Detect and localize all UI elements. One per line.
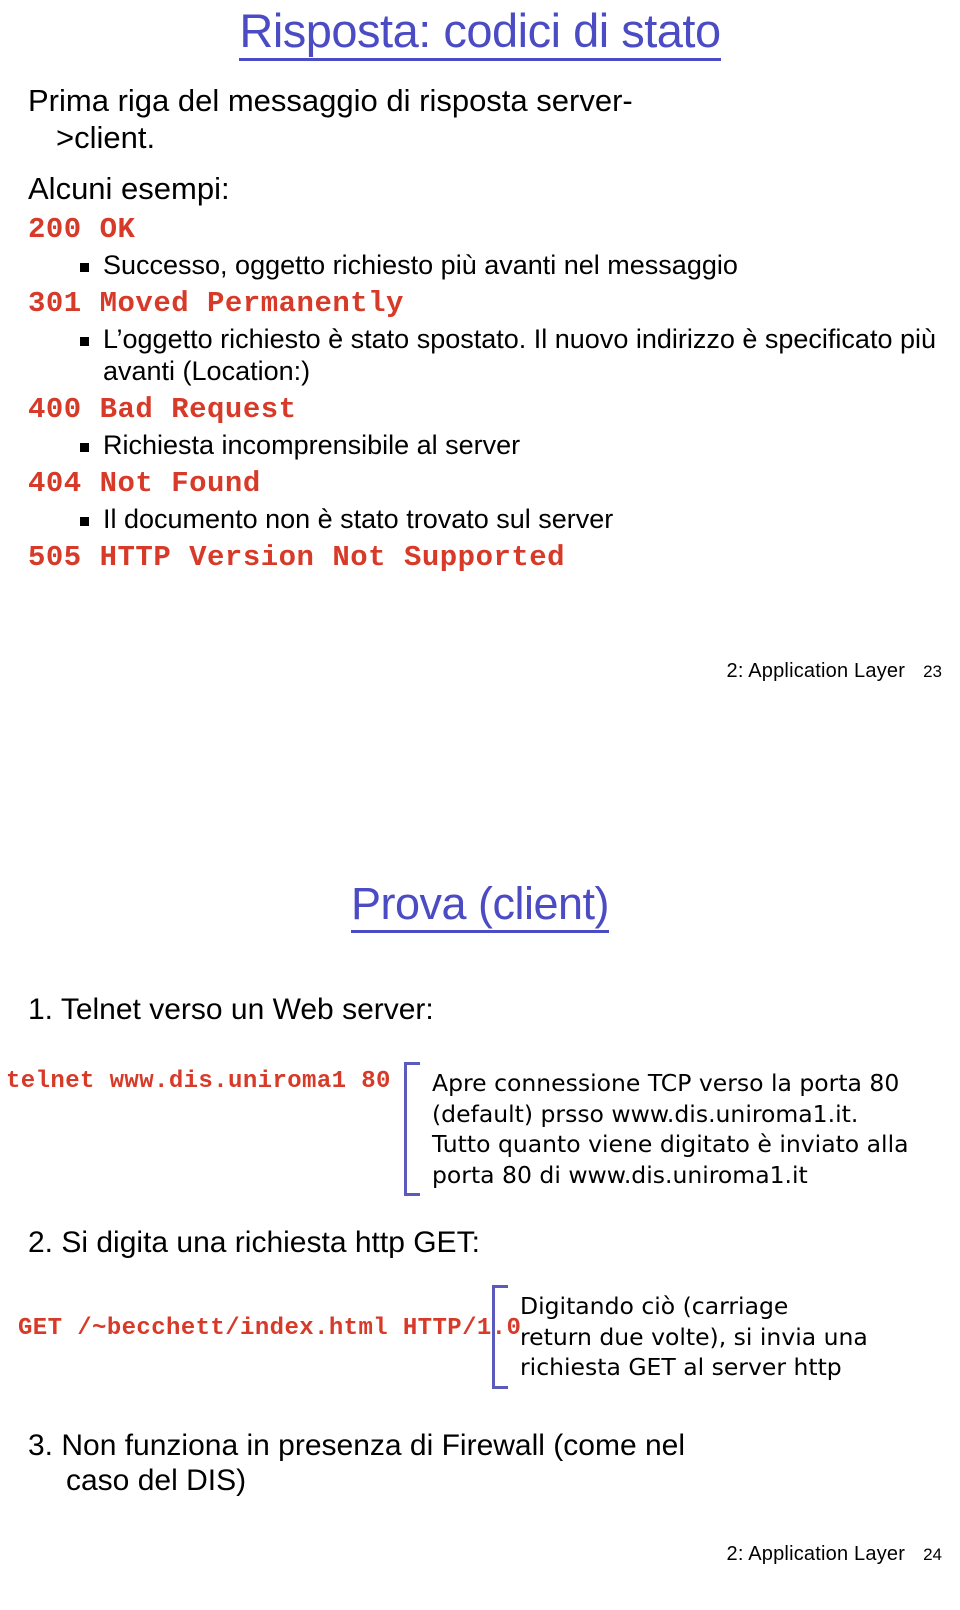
left-bracket-icon — [492, 1285, 508, 1389]
callout-line: richiesta GET al server http — [520, 1353, 842, 1382]
step-2-get-request: 2. Si digita una richiesta http GET: — [28, 1226, 480, 1259]
lead-line-1: Prima riga del messaggio di risposta ser… — [28, 83, 633, 119]
status-code-description-text: Successo, oggetto richiesto più avanti n… — [103, 250, 738, 281]
status-code-list: 200 OK Successo, oggetto richiesto più a… — [0, 211, 960, 576]
bracket-top-arm — [492, 1285, 508, 1288]
examples-heading: Alcuni esempi: — [28, 170, 230, 206]
page-title: Prova (client) — [0, 760, 960, 934]
status-code-label: 301 Moved Permanently — [28, 287, 404, 321]
status-code-entry: 404 Not Found Il documento non è stato t… — [28, 465, 960, 536]
square-bullet-icon — [80, 263, 89, 273]
status-code-description-text: L’oggetto richiesto è stato spostato. Il… — [103, 324, 936, 387]
callout-line: Apre connessione TCP verso la porta 80 — [432, 1069, 900, 1097]
lead-line-2: >client. — [56, 119, 156, 155]
status-code-description: Richiesta incomprensibile al server — [28, 430, 960, 462]
footer-page-number: 23 — [923, 662, 942, 681]
callout-line: (default) prsso www.dis.uniroma1.it. — [432, 1099, 859, 1128]
footer-page-number: 24 — [923, 1545, 942, 1564]
callout-line: porta 80 di www.dis.uniroma1.it — [432, 1160, 808, 1189]
left-bracket-icon — [404, 1062, 420, 1197]
status-code-label: 400 Bad Request — [28, 392, 297, 426]
slide-footer: 2: Application Layer 23 — [727, 660, 942, 683]
step-3-line-1: 3. Non funziona in presenza di Firewall … — [28, 1429, 685, 1462]
bracket-bottom-arm — [404, 1193, 420, 1197]
square-bullet-icon — [80, 337, 89, 347]
lead-paragraph: Prima riga del messaggio di risposta ser… — [0, 61, 960, 156]
slide-footer: 2: Application Layer 24 — [727, 1543, 942, 1566]
status-code-label: 200 OK — [28, 213, 136, 247]
status-code-entry: 200 OK Successo, oggetto richiesto più a… — [28, 211, 960, 282]
get-request-command: GET /~becchett/index.html HTTP/1.0 — [18, 1315, 522, 1342]
status-code-description-text: Il documento non è stato trovato sul ser… — [103, 503, 614, 534]
slide-status-codes: Risposta: codici di stato Prima riga del… — [0, 0, 960, 760]
bracket-top-arm — [404, 1062, 420, 1065]
callout-get-explanation: Digitando ciò (carriage return due volte… — [492, 1285, 868, 1389]
step-3-firewall: 3. Non funziona in presenza di Firewall … — [0, 1428, 715, 1499]
status-code-description: Il documento non è stato trovato sul ser… — [28, 504, 960, 536]
page-title-text: Prova (client) — [350, 880, 610, 934]
page-title-text: Risposta: codici di stato — [239, 6, 721, 62]
step-1-telnet: 1. Telnet verso un Web server: — [28, 993, 434, 1026]
callout-line: Tutto quanto viene digitato è inviato al… — [432, 1130, 909, 1159]
callout-line: return due volte), si invia una — [520, 1322, 868, 1351]
callout-line: Digitando ciò (carriage — [520, 1292, 789, 1320]
footer-label: 2: Application Layer — [726, 660, 906, 682]
status-code-label: 505 HTTP Version Not Supported — [28, 540, 566, 574]
square-bullet-icon — [80, 516, 89, 526]
status-code-label: 404 Not Found — [28, 466, 261, 500]
footer-label: 2: Application Layer — [726, 1543, 906, 1565]
status-code-description: L’oggetto richiesto è stato spostato. Il… — [28, 324, 960, 388]
callout-text: Digitando ciò (carriage return due volte… — [508, 1285, 868, 1389]
square-bullet-icon — [80, 442, 89, 452]
status-code-entry: 301 Moved Permanently L’oggetto richiest… — [28, 285, 960, 388]
page-title: Risposta: codici di stato — [0, 0, 960, 62]
telnet-command: telnet www.dis.uniroma1 80 — [6, 1068, 391, 1095]
status-code-description-text: Richiesta incomprensibile al server — [103, 429, 521, 460]
status-code-entry: 505 HTTP Version Not Supported — [28, 539, 960, 576]
callout-telnet-explanation: Apre connessione TCP verso la porta 80 (… — [404, 1062, 909, 1197]
bracket-bottom-arm — [492, 1385, 508, 1389]
status-code-entry: 400 Bad Request Richiesta incomprensibil… — [28, 391, 960, 462]
callout-text: Apre connessione TCP verso la porta 80 (… — [420, 1062, 909, 1196]
step-3-line-2: caso del DIS) — [66, 1464, 247, 1498]
status-code-description: Successo, oggetto richiesto più avanti n… — [28, 250, 960, 282]
